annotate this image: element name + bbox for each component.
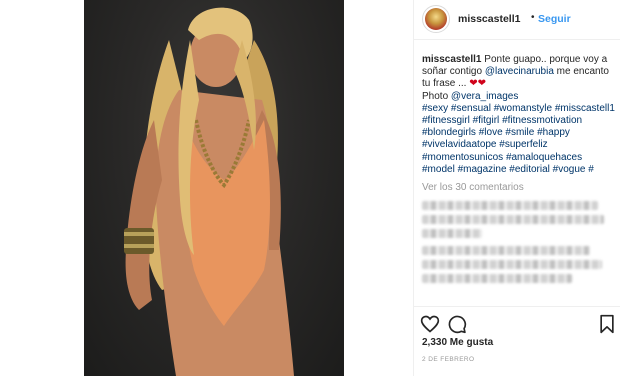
hashtag-link[interactable]: #fitgirl bbox=[473, 115, 500, 126]
caption-author[interactable]: misscastell1 bbox=[422, 54, 482, 65]
hashtag-link[interactable]: #editorial bbox=[509, 164, 550, 175]
hashtag-link[interactable]: #happy bbox=[537, 127, 570, 138]
photographer-mention[interactable]: @vera_images bbox=[451, 91, 518, 102]
hashtag-link[interactable]: #model bbox=[422, 164, 455, 175]
hashtag-link[interactable]: # bbox=[588, 164, 594, 175]
blurred-text bbox=[422, 260, 602, 270]
photo-credit-label: Photo bbox=[422, 90, 451, 102]
post-sidebar: misscastell1 • Seguir misscastell1 Ponte… bbox=[413, 0, 620, 376]
actions-bar: 2,330 Me gusta 2 DE FEBRERO bbox=[414, 306, 620, 376]
hashtag-list: #sexy #sensual #womanstyle #misscastell1… bbox=[422, 103, 615, 175]
caption: misscastell1 Ponte guapo.. porque voy a … bbox=[422, 54, 616, 176]
username[interactable]: misscastell1 bbox=[458, 13, 520, 25]
avatar-image bbox=[425, 8, 447, 30]
hashtag-link[interactable]: #superfeliz bbox=[499, 139, 547, 150]
post-photo[interactable] bbox=[84, 0, 344, 376]
hashtag-link[interactable]: #momentosunicos bbox=[422, 152, 503, 163]
blurred-text bbox=[422, 274, 572, 284]
blurred-text bbox=[422, 201, 598, 211]
blurred-text bbox=[422, 229, 482, 239]
hashtag-link[interactable]: #sexy bbox=[422, 103, 448, 114]
post-header: misscastell1 • Seguir bbox=[414, 0, 620, 40]
view-comments-link[interactable]: Ver los 30 comentarios bbox=[422, 182, 616, 193]
comment-icon[interactable] bbox=[447, 314, 467, 334]
blurred-text bbox=[422, 246, 590, 256]
hashtag-link[interactable]: #vivelavidaatope bbox=[422, 139, 497, 150]
hashtag-link[interactable]: #fitnessmotivation bbox=[502, 115, 582, 126]
hashtag-link[interactable]: #vogue bbox=[553, 164, 586, 175]
blurred-comment bbox=[422, 246, 616, 284]
blurred-comment bbox=[422, 201, 616, 239]
separator-dot: • bbox=[531, 12, 535, 23]
avatar[interactable] bbox=[422, 5, 450, 33]
instagram-post: misscastell1 • Seguir misscastell1 Ponte… bbox=[0, 0, 620, 376]
hashtag-link[interactable]: #smile bbox=[505, 127, 534, 138]
hashtag-link[interactable]: #blondegirls bbox=[422, 127, 476, 138]
mention-link[interactable]: @lavecinarubia bbox=[485, 66, 554, 77]
hashtag-link[interactable]: #fitnessgirl bbox=[422, 115, 470, 126]
hashtag-link[interactable]: #womanstyle bbox=[494, 103, 552, 114]
hashtag-link[interactable]: #amaloquehaces bbox=[506, 152, 582, 163]
hashtag-link[interactable]: #magazine bbox=[458, 164, 507, 175]
hashtag-link[interactable]: #sensual bbox=[451, 103, 491, 114]
hashtag-link[interactable]: #misscastell1 bbox=[555, 103, 615, 114]
heart-icon[interactable] bbox=[420, 314, 440, 334]
follow-button[interactable]: Seguir bbox=[538, 13, 571, 25]
post-media bbox=[0, 0, 413, 376]
hashtag-link[interactable]: #love bbox=[479, 127, 503, 138]
blurred-text bbox=[422, 215, 604, 225]
comments-section: misscastell1 Ponte guapo.. porque voy a … bbox=[422, 54, 616, 284]
post-date[interactable]: 2 DE FEBRERO bbox=[422, 356, 474, 363]
bookmark-icon[interactable] bbox=[597, 314, 617, 334]
model-photo-illustration bbox=[124, 7, 294, 376]
hearts-emoji: ❤❤ bbox=[469, 78, 487, 90]
like-count[interactable]: 2,330 Me gusta bbox=[422, 337, 493, 348]
